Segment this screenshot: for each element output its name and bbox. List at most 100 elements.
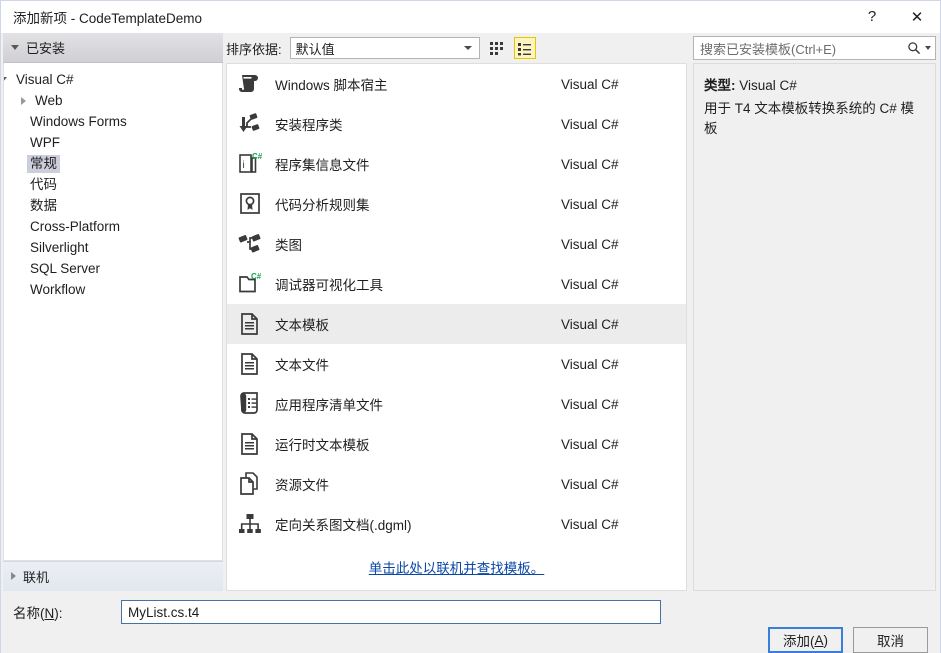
template-language: Visual C#: [561, 356, 619, 372]
resource-file-icon: [233, 468, 267, 500]
tree-item-visual-csharp[interactable]: Visual C#: [4, 69, 222, 90]
template-name: Windows 脚本宿主: [275, 78, 388, 93]
title-bar: 添加新项 - CodeTemplateDemo ? ✕: [1, 1, 940, 33]
chevron-down-icon: [463, 46, 472, 50]
svg-text:C#: C#: [252, 152, 263, 161]
chevron-right-icon: [21, 96, 26, 105]
template-language: Visual C#: [561, 156, 619, 172]
debugger-visualizer-icon: C#: [233, 268, 267, 300]
template-name: 安装程序类: [275, 118, 343, 133]
template-row[interactable]: i C# 程序集信息文件 Visual C#: [227, 144, 686, 184]
detail-description: 用于 T4 文本模板转换系统的 C# 模板: [704, 101, 915, 136]
sort-by-value: 默认值: [295, 41, 335, 57]
file-name-input[interactable]: MyList.cs.t4: [121, 600, 661, 624]
list-view-button[interactable]: [513, 37, 536, 59]
add-button-accelerator: A: [814, 632, 824, 648]
tree-item-silverlight[interactable]: Silverlight: [4, 237, 222, 258]
template-row[interactable]: 运行时文本模板 Visual C#: [227, 424, 686, 464]
tree-item-code[interactable]: 代码: [4, 174, 222, 195]
code-analysis-ruleset-icon: [233, 188, 267, 220]
sort-by-label: 排序依据:: [226, 41, 282, 57]
close-button[interactable]: ✕: [894, 1, 940, 33]
class-diagram-icon: [233, 228, 267, 260]
template-name: 调试器可视化工具: [275, 278, 383, 293]
dialog-footer: 名称(N): MyList.cs.t4 添加(A) 取消: [1, 591, 940, 653]
script-host-icon: [233, 68, 267, 100]
template-row[interactable]: 文本文件 Visual C#: [227, 344, 686, 384]
online-templates-link-container: 单击此处以联机并查找模板。: [227, 544, 686, 590]
tree-item-web[interactable]: Web: [4, 90, 222, 111]
installed-group-label: 已安装: [26, 41, 66, 56]
tree-item-label: Silverlight: [30, 239, 89, 255]
tree-item-label: SQL Server: [30, 260, 101, 276]
search-input[interactable]: 搜索已安装模板(Ctrl+E): [693, 36, 936, 60]
template-row[interactable]: C# 调试器可视化工具 Visual C#: [227, 264, 686, 304]
template-language: Visual C#: [561, 476, 619, 492]
template-language: Visual C#: [561, 396, 619, 412]
text-file-icon: [233, 348, 267, 380]
template-name: 类图: [275, 238, 302, 253]
list-view-icon: [518, 42, 532, 55]
installed-group-header[interactable]: 已安装: [3, 33, 223, 63]
template-row[interactable]: 应用程序清单文件 Visual C#: [227, 384, 686, 424]
template-row[interactable]: 代码分析规则集 Visual C#: [227, 184, 686, 224]
template-name: 定向关系图文档(.dgml): [275, 518, 412, 533]
installer-class-icon: [233, 108, 267, 140]
tree-item-general[interactable]: 常规: [4, 153, 222, 174]
cancel-button[interactable]: 取消: [853, 627, 928, 653]
templates-toolbar: 排序依据: 默认值: [226, 33, 687, 63]
assembly-info-icon: i C#: [233, 148, 267, 180]
template-row[interactable]: 定向关系图文档(.dgml) Visual C#: [227, 504, 686, 544]
template-name: 文本模板: [275, 318, 329, 333]
template-language: Visual C#: [561, 436, 619, 452]
grid-view-button[interactable]: [486, 37, 508, 59]
tree-item-label: Visual C#: [16, 71, 74, 87]
app-manifest-icon: [233, 388, 267, 420]
text-template-icon: [233, 308, 267, 340]
search-icon: [908, 42, 921, 55]
help-button[interactable]: ?: [850, 1, 894, 33]
tree-item-label: WPF: [30, 134, 60, 150]
tree-item-workflow[interactable]: Workflow: [4, 279, 222, 300]
add-button-prefix: 添加(: [782, 634, 815, 649]
tree-item-data[interactable]: 数据: [4, 195, 222, 216]
name-label-prefix: 名称(: [13, 606, 45, 621]
template-language: Visual C#: [561, 276, 619, 292]
template-name: 程序集信息文件: [275, 158, 370, 173]
tree-item-label: Workflow: [30, 281, 86, 297]
template-row-selected[interactable]: 文本模板 Visual C#: [227, 304, 686, 344]
template-row[interactable]: 资源文件 Visual C#: [227, 464, 686, 504]
online-group-label: 联机: [23, 570, 50, 585]
template-language: Visual C#: [561, 316, 619, 332]
tree-item-label: 数据: [30, 197, 57, 213]
sort-by-select[interactable]: 默认值: [289, 37, 480, 59]
add-button[interactable]: 添加(A): [768, 627, 843, 653]
find-online-templates-link[interactable]: 单击此处以联机并查找模板。: [369, 557, 545, 577]
tree-item-cross-platform[interactable]: Cross-Platform: [4, 216, 222, 237]
chevron-down-icon[interactable]: [925, 46, 931, 50]
name-label-accelerator: N: [44, 606, 55, 621]
dialog-body: 已安装 Visual C# Web Windows Forms WPF 常规 代…: [1, 33, 940, 591]
name-row: 名称(N): MyList.cs.t4: [1, 591, 940, 627]
template-row[interactable]: Windows 脚本宿主 Visual C#: [227, 64, 686, 104]
grid-view-icon: [490, 41, 504, 55]
chevron-right-icon: [10, 572, 16, 581]
tree-item-windows-forms[interactable]: Windows Forms: [4, 111, 222, 132]
name-label: 名称(N):: [13, 602, 121, 622]
window-title: 添加新项 - CodeTemplateDemo: [13, 10, 203, 26]
template-name: 资源文件: [275, 478, 329, 493]
tree-item-wpf[interactable]: WPF: [4, 132, 222, 153]
search-container: 搜索已安装模板(Ctrl+E): [693, 33, 936, 63]
online-group-header[interactable]: 联机: [3, 561, 223, 591]
template-name: 文本文件: [275, 358, 329, 373]
template-list[interactable]: Windows 脚本宿主 Visual C# 安装程序类 Visual C# i…: [226, 63, 687, 591]
add-button-suffix: ): [823, 632, 829, 648]
details-pane: 搜索已安装模板(Ctrl+E) 类型: Visual C# 用于 T4 文本模板…: [690, 33, 940, 591]
template-row[interactable]: 类图 Visual C#: [227, 224, 686, 264]
template-row[interactable]: 安装程序类 Visual C#: [227, 104, 686, 144]
footer-buttons: 添加(A) 取消: [768, 627, 928, 653]
search-placeholder: 搜索已安装模板(Ctrl+E): [700, 41, 837, 57]
tree-item-label: Web: [35, 92, 63, 108]
tree-item-sql-server[interactable]: SQL Server: [4, 258, 222, 279]
tree-item-label: 常规: [27, 154, 60, 173]
